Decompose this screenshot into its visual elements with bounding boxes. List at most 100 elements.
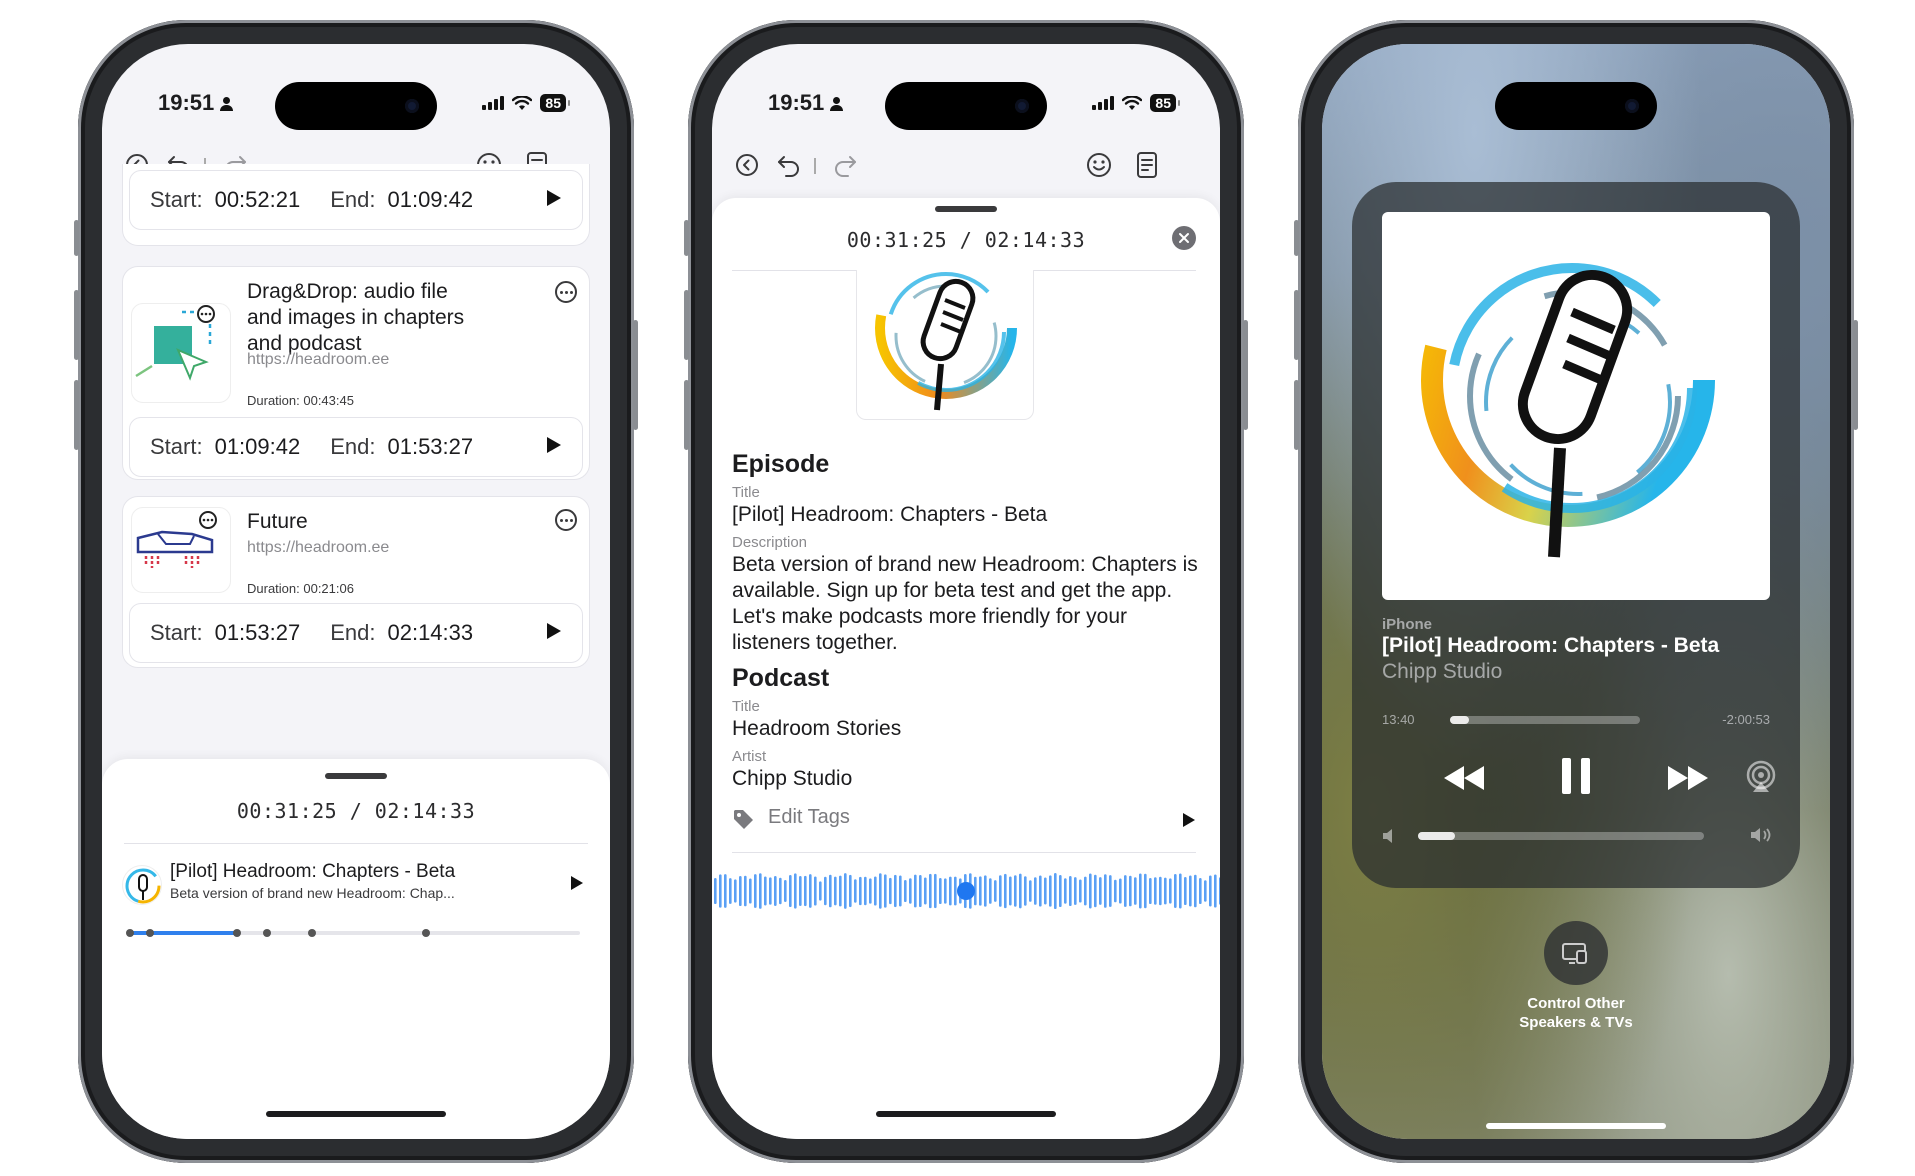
playhead-handle[interactable]	[957, 882, 975, 900]
waveform-bar	[899, 875, 902, 907]
waveform-bar	[1004, 873, 1007, 909]
podcast-artwork[interactable]	[856, 270, 1034, 420]
chapter-title[interactable]: Future	[247, 509, 308, 535]
waveform-bar	[1024, 876, 1027, 906]
chapter-progress-bar[interactable]	[126, 929, 580, 937]
screen: iPhone [Pilot] Headroom: Chapters - Beta…	[1322, 44, 1830, 1139]
edit-tags-row[interactable]: Edit Tags	[732, 798, 1196, 838]
undo-icon[interactable]	[772, 148, 806, 182]
play-icon[interactable]	[570, 875, 584, 896]
document-icon[interactable]	[1130, 148, 1164, 182]
start-label: Start:	[150, 620, 203, 645]
home-indicator[interactable]	[266, 1111, 446, 1117]
chapter-range: Start: 01:53:27 End: 02:14:33	[129, 603, 583, 663]
rewind-icon[interactable]	[1442, 764, 1486, 797]
play-icon[interactable]	[546, 434, 562, 460]
end-label: End:	[330, 187, 376, 212]
waveform-bar	[774, 876, 777, 906]
volume-high-icon	[1750, 826, 1774, 849]
sheet-grabber[interactable]	[935, 206, 997, 212]
screen-mirror-icon	[1562, 943, 1587, 964]
chapter-image[interactable]	[131, 303, 231, 403]
start-label: Start:	[150, 434, 203, 459]
waveform-bar	[904, 879, 907, 903]
waveform-bar	[1094, 874, 1097, 908]
now-playing-artwork[interactable]	[1382, 212, 1770, 600]
chapter-url[interactable]: https://headroom.ee	[247, 539, 389, 557]
fast-forward-icon[interactable]	[1666, 764, 1710, 797]
waveform-bar	[1184, 876, 1187, 906]
waveform-bar	[764, 876, 767, 906]
cellular-signal-icon	[482, 96, 505, 110]
back-circle-icon[interactable]	[730, 148, 764, 182]
audio-waveform[interactable]	[712, 868, 1220, 914]
phone-episode-details: 19:51 85 00:31:25 / 02:14:33 Episode Tit…	[684, 20, 1248, 1163]
player-title[interactable]: [Pilot] Headroom: Chapters - Beta	[170, 861, 455, 883]
waveform-bar	[1169, 878, 1172, 904]
now-playing-title[interactable]: [Pilot] Headroom: Chapters - Beta	[1382, 634, 1719, 658]
waveform-bar	[1124, 875, 1127, 907]
volume-slider[interactable]	[1418, 832, 1704, 840]
progress-fill	[128, 931, 237, 935]
waveform-bar	[1104, 874, 1107, 908]
waveform-bar	[824, 876, 827, 906]
chapter-image[interactable]	[131, 507, 231, 593]
waveform-bar	[934, 873, 937, 909]
close-icon[interactable]	[1172, 226, 1196, 250]
end-time[interactable]: 02:14:33	[387, 620, 473, 646]
waveform-bar	[929, 873, 932, 909]
chapter-marker[interactable]	[146, 929, 154, 937]
chapter-title[interactable]: Drag&Drop: audio file and images in chap…	[247, 279, 467, 357]
screen-mirror-button[interactable]	[1544, 921, 1608, 985]
smiley-icon[interactable]	[1082, 148, 1116, 182]
podcast-artwork-small[interactable]	[122, 865, 162, 905]
waveform-bar	[799, 876, 802, 906]
waveform-bar	[789, 875, 792, 907]
episode-title-field[interactable]: [Pilot] Headroom: Chapters - Beta	[732, 502, 1202, 528]
waveform-bar	[779, 877, 782, 905]
start-time[interactable]: 01:53:27	[215, 620, 301, 646]
waveform-bar	[1139, 873, 1142, 909]
chapter-url[interactable]: https://headroom.ee	[247, 351, 389, 369]
more-icon[interactable]	[555, 509, 577, 531]
control-other-speakers-label[interactable]: Control Other Speakers & TVs	[1496, 994, 1656, 1032]
episode-description-field[interactable]: Beta version of brand new Headroom: Chap…	[732, 552, 1208, 656]
waveform-bar	[1209, 875, 1212, 907]
waveform-bar	[894, 874, 897, 908]
waveform-bar	[809, 874, 812, 908]
redo-icon[interactable]	[828, 148, 862, 182]
sheet-grabber[interactable]	[325, 773, 387, 779]
waveform-bar	[1119, 878, 1122, 904]
home-indicator[interactable]	[876, 1111, 1056, 1117]
waveform-bar	[874, 876, 877, 906]
play-icon[interactable]	[1182, 812, 1196, 828]
chapter-marker[interactable]	[422, 929, 430, 937]
pause-icon[interactable]	[1560, 756, 1592, 801]
play-icon[interactable]	[546, 620, 562, 646]
waveform-bar	[1179, 873, 1182, 909]
start-time[interactable]: 01:09:42	[215, 434, 301, 460]
waveform-bar	[979, 876, 982, 906]
podcast-artist-field[interactable]: Chipp Studio	[732, 766, 1202, 792]
waveform-bar	[889, 877, 892, 905]
end-time[interactable]: 01:53:27	[387, 434, 473, 460]
waveform-bar	[719, 874, 722, 908]
chapter-marker[interactable]	[263, 929, 271, 937]
more-icon[interactable]	[555, 281, 577, 303]
output-device-label: iPhone	[1382, 616, 1433, 633]
waveform-bar	[759, 873, 762, 909]
airplay-icon[interactable]	[1744, 760, 1778, 799]
waveform-bar	[1164, 877, 1167, 905]
waveform-bar	[1099, 877, 1102, 905]
end-time[interactable]: 01:09:42	[387, 187, 473, 213]
play-icon[interactable]	[546, 187, 562, 213]
chapter-marker[interactable]	[233, 929, 241, 937]
playback-scrubber[interactable]	[1450, 716, 1640, 724]
start-time[interactable]: 00:52:21	[215, 187, 301, 213]
chapter-marker[interactable]	[126, 929, 134, 937]
home-indicator[interactable]	[1486, 1123, 1666, 1129]
waveform-bar	[924, 877, 927, 905]
chapter-marker[interactable]	[308, 929, 316, 937]
waveform-bar	[734, 879, 737, 903]
podcast-title-field[interactable]: Headroom Stories	[732, 716, 1202, 742]
